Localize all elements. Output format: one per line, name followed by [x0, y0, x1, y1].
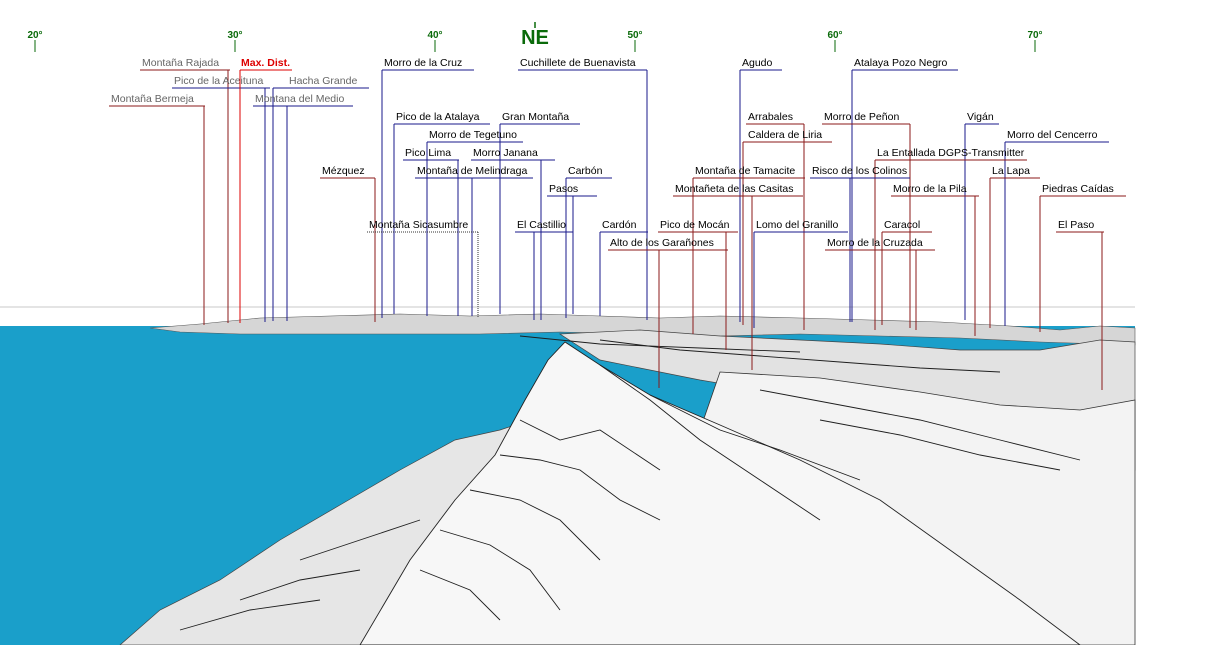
- peak-label[interactable]: Caracol: [884, 219, 920, 231]
- peak-label[interactable]: Pico Lima: [405, 147, 451, 159]
- peak-label[interactable]: El Castillio: [517, 219, 566, 231]
- peak-label[interactable]: Montaña Bermeja: [111, 93, 194, 105]
- peak-label[interactable]: Pico de Mocán: [660, 219, 730, 231]
- peak-label[interactable]: Pico de la Atalaya: [396, 111, 480, 123]
- peak-label[interactable]: Alto de los Garañones: [610, 237, 714, 249]
- peak-label[interactable]: La Entallada DGPS-Transmitter: [877, 147, 1025, 159]
- compass-tick-label: 60°: [827, 30, 842, 41]
- peak-label[interactable]: Mézquez: [322, 165, 365, 177]
- peak-label[interactable]: Atalaya Pozo Negro: [854, 57, 948, 69]
- peak-label[interactable]: Morro del Cencerro: [1007, 129, 1098, 141]
- peak-label[interactable]: Morro de Peñon: [824, 111, 899, 123]
- compass-tick-label: 50°: [627, 30, 642, 41]
- peak-label[interactable]: Pasos: [549, 183, 578, 195]
- peak-label[interactable]: Lomo del Granillo: [756, 219, 838, 231]
- peak-label[interactable]: Gran Montaña: [502, 111, 569, 123]
- peak-label[interactable]: El Paso: [1058, 219, 1094, 231]
- compass-tick-label: 20°: [27, 30, 42, 41]
- peak-label[interactable]: Montaña Sicasumbre: [369, 219, 468, 231]
- panorama-canvas[interactable]: Montaña Rajada Pico de la Aceituna Hacha G…: [0, 0, 1211, 645]
- peak-label[interactable]: Morro de la Cruzada: [827, 237, 923, 249]
- peak-label[interactable]: La Lapa: [992, 165, 1030, 177]
- compass-tick-label: 40°: [427, 30, 442, 41]
- peak-label[interactable]: Morro de la Cruz: [384, 57, 462, 69]
- compass-direction: NE: [521, 27, 549, 49]
- peak-label[interactable]: Pico de la Aceituna: [174, 75, 263, 87]
- peak-label[interactable]: Piedras Caídas: [1042, 183, 1114, 195]
- compass-tick-label: 30°: [227, 30, 242, 41]
- peak-label[interactable]: Montañeta de las Casitas: [675, 183, 793, 195]
- peak-label[interactable]: Montaña Rajada: [142, 57, 219, 69]
- peak-label[interactable]: Cuchillete de Buenavista: [520, 57, 636, 69]
- peak-label[interactable]: Hacha Grande: [289, 75, 357, 87]
- peak-label[interactable]: Montaña de Tamacite: [695, 165, 795, 177]
- max-distance-label: Max. Dist.: [241, 57, 290, 69]
- peak-labels: Montaña Rajada Pico de la Aceituna Hacha G…: [111, 57, 1114, 249]
- peak-label[interactable]: Montana del Medio: [255, 93, 344, 105]
- peak-label[interactable]: Cardón: [602, 219, 637, 231]
- compass-tick-label: 70°: [1027, 30, 1042, 41]
- peak-label[interactable]: Risco de los Colinos: [812, 165, 907, 177]
- peak-label[interactable]: Arrabales: [748, 111, 793, 123]
- peak-label[interactable]: Agudo: [742, 57, 773, 69]
- peak-label[interactable]: Caldera de Liria: [748, 129, 822, 141]
- peak-label[interactable]: Morro Janana: [473, 147, 538, 159]
- peak-label[interactable]: Montaña de Melindraga: [417, 165, 527, 177]
- peak-label[interactable]: Morro de Tegetuno: [429, 129, 517, 141]
- panorama-viewer[interactable]: Montaña Rajada Pico de la Aceituna Hacha G…: [0, 0, 1211, 645]
- peak-label[interactable]: Morro de la Pila: [893, 183, 967, 195]
- peak-label[interactable]: Carbón: [568, 165, 603, 177]
- peak-label[interactable]: Vigán: [967, 111, 994, 123]
